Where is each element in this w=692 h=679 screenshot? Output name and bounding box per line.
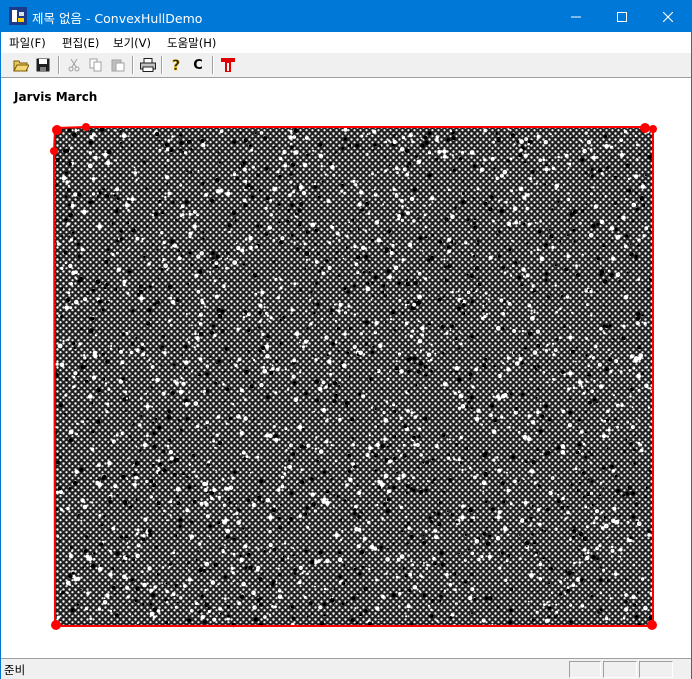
app-icon (9, 7, 27, 25)
menu-view[interactable]: 보기(V) (113, 35, 151, 51)
close-icon (663, 11, 673, 22)
menu-edit[interactable]: 편집(E) (62, 35, 99, 51)
toolbar-separator (58, 56, 60, 74)
print-icon (140, 58, 156, 72)
status-pane (569, 661, 601, 678)
status-text: 준비 (4, 663, 26, 677)
minimize-button[interactable] (553, 1, 599, 32)
help-icon: ? (172, 58, 181, 73)
close-button[interactable] (645, 1, 691, 32)
window-title: 제목 없음 - ConvexHullDemo (32, 11, 203, 26)
menu-file[interactable]: 파일(F) (9, 35, 46, 51)
paste-button[interactable] (108, 56, 128, 74)
status-pane (603, 661, 637, 678)
toolbar-separator (161, 56, 163, 74)
cut-icon (68, 58, 80, 72)
hull-vertex (82, 123, 90, 131)
hull-vertex (649, 125, 657, 133)
help-button[interactable]: ? (166, 56, 186, 74)
maximize-button[interactable] (599, 1, 645, 32)
copy-icon (89, 58, 102, 72)
hull-vertex (50, 147, 58, 155)
save-icon (36, 58, 50, 72)
hull-vertex (640, 123, 650, 133)
hull-icon (221, 58, 235, 72)
hull-vertex (51, 620, 61, 630)
point-field (55, 128, 653, 626)
point-cloud-plot (50, 123, 657, 630)
toolbar-separator (132, 56, 134, 74)
print-button[interactable] (138, 56, 158, 74)
paste-icon (111, 59, 125, 72)
status-bar: 준비 (1, 658, 691, 679)
copy-button[interactable] (86, 56, 106, 74)
status-pane (639, 661, 673, 678)
hull-vertex (647, 620, 657, 630)
save-button[interactable] (33, 56, 53, 74)
title-bar[interactable]: 제목 없음 - ConvexHullDemo (1, 1, 691, 32)
maximize-icon (617, 11, 627, 22)
toolbar-separator (212, 56, 214, 74)
menu-help[interactable]: 도움말(H) (167, 35, 216, 51)
drawing-canvas[interactable]: Jarvis March (2, 78, 690, 657)
toolbar: ? C (1, 52, 691, 78)
hull-button[interactable] (218, 56, 238, 74)
svg-text:?: ? (172, 58, 180, 73)
open-folder-icon (13, 60, 29, 72)
clear-icon: C (193, 57, 203, 73)
open-button[interactable] (11, 56, 31, 74)
hull-vertex (52, 125, 62, 135)
menu-bar: 파일(F) 편집(E) 보기(V) 도움말(H) (1, 32, 691, 52)
cut-button[interactable] (64, 56, 84, 74)
clear-button[interactable]: C (188, 56, 208, 74)
minimize-icon (571, 16, 581, 17)
app-window: 제목 없음 - ConvexHullDemo 파일(F) 편집(E) 보기(V)… (0, 0, 692, 679)
